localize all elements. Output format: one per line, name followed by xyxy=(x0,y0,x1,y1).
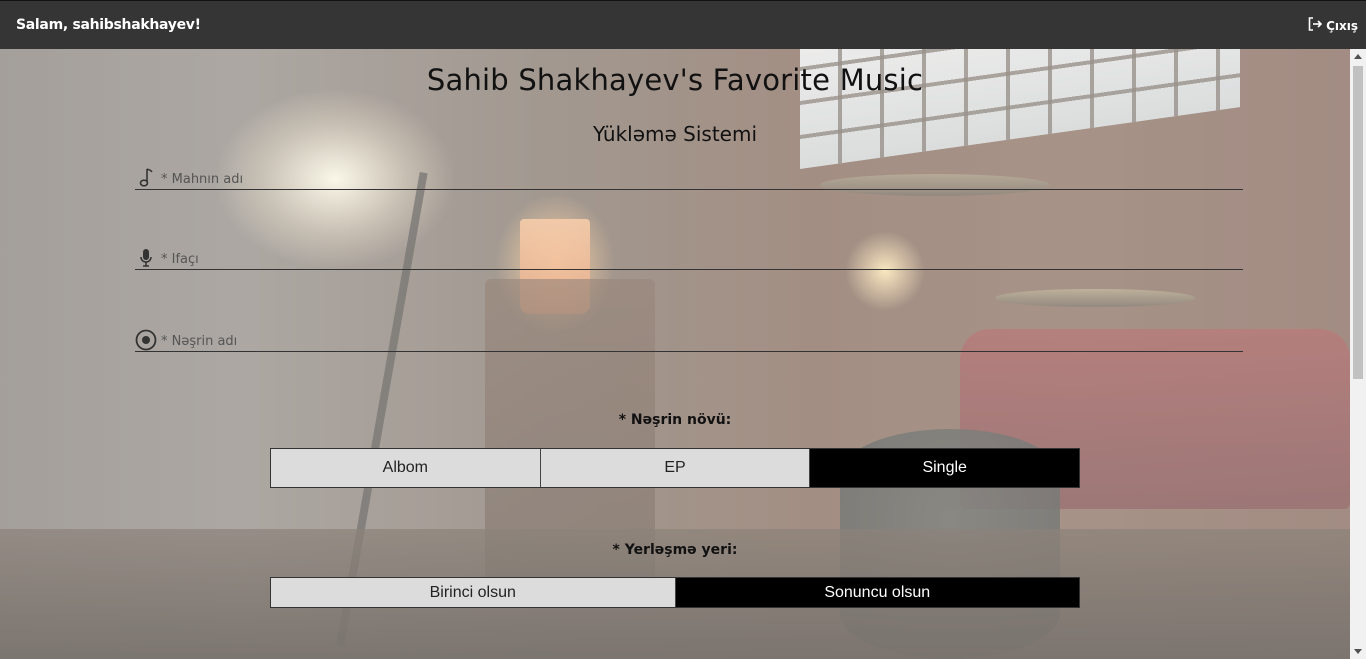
scroll-up-arrow-icon[interactable] xyxy=(1354,54,1362,59)
artist-input[interactable] xyxy=(159,252,1243,269)
vertical-scrollbar[interactable] xyxy=(1350,49,1366,659)
top-bar: Salam, sahibshakhayev! Çıxış xyxy=(0,0,1366,49)
upload-form: Sahib Shakhayev's Favorite Music Yükləmə… xyxy=(0,49,1350,659)
placement-selector: Birinci olsun Sonuncu olsun xyxy=(270,577,1080,608)
logout-label: Çıxış xyxy=(1326,18,1358,33)
release-name-input[interactable] xyxy=(159,334,1243,351)
song-name-input[interactable] xyxy=(159,172,1243,189)
release-type-ep[interactable]: EP xyxy=(540,449,811,487)
page-title: Sahib Shakhayev's Favorite Music xyxy=(426,63,924,97)
scroll-down-arrow-icon[interactable] xyxy=(1354,649,1362,654)
music-note-icon xyxy=(135,167,157,189)
release-type-single[interactable]: Single xyxy=(810,449,1080,487)
scrollbar-thumb[interactable] xyxy=(1353,66,1363,379)
greeting-text: Salam, sahibshakhayev! xyxy=(16,17,201,33)
placement-label: * Yerləşmə yeri: xyxy=(612,542,738,558)
release-type-albom[interactable]: Albom xyxy=(271,449,541,487)
logout-icon xyxy=(1307,16,1326,35)
placement-last[interactable]: Sonuncu olsun xyxy=(675,578,1079,607)
placement-first[interactable]: Birinci olsun xyxy=(271,578,676,607)
disc-icon xyxy=(135,329,157,351)
microphone-icon xyxy=(135,247,157,269)
logout-button[interactable]: Çıxış xyxy=(1307,16,1358,35)
artist-field xyxy=(135,243,1243,270)
release-type-selector: Albom EP Single xyxy=(270,448,1080,488)
release-name-field xyxy=(135,325,1243,352)
song-name-field xyxy=(135,163,1243,190)
page-subtitle: Yükləmə Sistemi xyxy=(592,122,758,146)
release-type-label: * Nəşrin növü: xyxy=(618,412,732,428)
